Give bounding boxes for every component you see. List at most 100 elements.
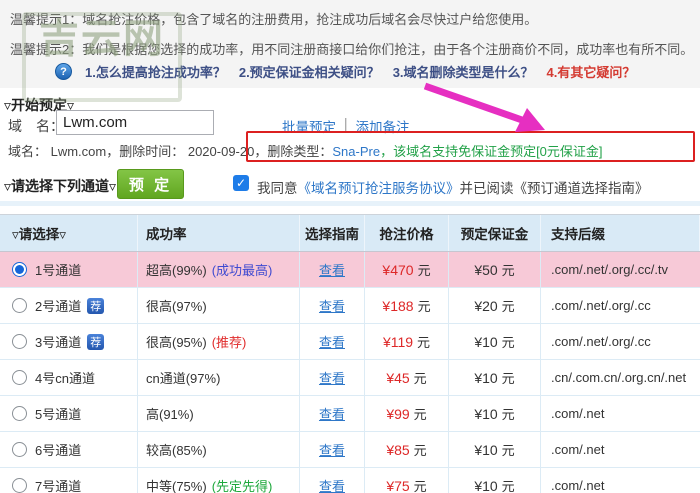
channel-radio[interactable] <box>12 262 27 277</box>
suffixes: .com/.net/.org/.cc <box>551 334 651 349</box>
select-cell: 6号通道 <box>0 432 138 467</box>
success-rate: 较高(85%) <box>146 443 207 458</box>
faq-link-deposit[interactable]: 2.预定保证金相关疑问？ <box>239 62 380 81</box>
delete-type-label: 删除类型： <box>267 144 333 159</box>
price-cell: ¥85 元 <box>365 432 449 467</box>
price-cell: ¥188 元 <box>365 288 449 323</box>
select-cell: 7号通道 <box>0 468 138 493</box>
channel-guide-link: 《预订通道选择指南》 <box>513 181 649 196</box>
notice-line-2: 温馨提示2：我们是根据您选择的成功率，用不同注册商接口给你们抢注，由于各个注册商… <box>10 42 694 57</box>
deposit-unit: 元 <box>501 407 515 422</box>
channel-label: 3号通道 <box>35 335 82 350</box>
table-row-channel-1: 1号通道 超高(99%) (成功最高) 查看 ¥470 元 ¥50 元 .com… <box>0 252 700 288</box>
view-guide-link[interactable]: 查看 <box>319 476 345 493</box>
channel-label: 1号通道 <box>35 263 82 278</box>
channel-table: ▿请选择▿ 成功率 选择指南 抢注价格 预定保证金 支持后缀 1号通道 超高(9… <box>0 214 700 493</box>
deposit-value: ¥10 <box>474 477 498 493</box>
channel-label: 4号cn通道 <box>35 371 95 386</box>
rate-cell: 中等(75%) (先定先得) <box>138 468 300 493</box>
agree-middle: 并已阅读 <box>459 181 514 196</box>
header-deposit: 预定保证金 <box>449 215 541 251</box>
rate-cell: 较高(85%) <box>138 432 300 467</box>
channel-label: 5号通道 <box>35 407 82 422</box>
price-value: ¥188 <box>382 297 414 314</box>
select-cell: 4号cn通道 <box>0 360 138 395</box>
table-row-channel-6: 6号通道 较高(85%) 查看 ¥85 元 ¥10 元 .com/.net <box>0 432 700 468</box>
agree-checkbox[interactable]: ✓ <box>233 175 249 191</box>
view-guide-link[interactable]: 查看 <box>319 332 345 351</box>
faq-link-delete-type[interactable]: 3.域名删除类型是什么？ <box>393 62 534 81</box>
select-cell: 3号通道 荐 <box>0 324 138 359</box>
success-rate: 很高(95%) <box>146 335 207 350</box>
deposit-cell: ¥10 元 <box>449 396 541 431</box>
deposit-value: ¥10 <box>474 369 498 386</box>
add-note-link[interactable]: 添加备注 <box>356 116 410 136</box>
view-guide-link[interactable]: 查看 <box>319 440 345 459</box>
deposit-unit: 元 <box>501 443 515 458</box>
free-deposit-note: ，该域名支持免保证金预定[0元保证金] <box>380 144 603 159</box>
deposit-value: ¥10 <box>474 405 498 422</box>
price-value: ¥75 <box>386 477 410 493</box>
channel-radio[interactable] <box>12 406 27 421</box>
rate-cell: 高(91%) <box>138 396 300 431</box>
view-guide-link[interactable]: 查看 <box>319 404 345 423</box>
table-header-row: ▿请选择▿ 成功率 选择指南 抢注价格 预定保证金 支持后缀 <box>0 214 700 252</box>
table-row-channel-7: 7号通道 中等(75%) (先定先得) 查看 ¥75 元 ¥10 元 .com/… <box>0 468 700 493</box>
price-value: ¥99 <box>386 405 410 422</box>
channel-radio[interactable] <box>12 370 27 385</box>
section-divider <box>0 201 700 206</box>
price-cell: ¥45 元 <box>365 360 449 395</box>
price-cell: ¥99 元 <box>365 396 449 431</box>
faq-link-success-rate[interactable]: 1.怎么提高抢注成功率？ <box>85 62 226 81</box>
price-unit: 元 <box>417 335 431 350</box>
price-cell: ¥75 元 <box>365 468 449 493</box>
notice-line-1: 温馨提示1：域名抢注价格，包含了域名的注册费用，抢注成功后域名会尽快过户给您使用… <box>10 12 538 27</box>
header-select: ▿请选择▿ <box>0 215 138 251</box>
header-guide: 选择指南 <box>300 215 365 251</box>
price-unit: 元 <box>417 263 431 278</box>
guide-cell: 查看 <box>300 252 365 287</box>
guide-cell: 查看 <box>300 288 365 323</box>
agreement-line: 我同意《域名预订抢注服务协议》并已阅读《预订通道选择指南》 <box>257 177 649 197</box>
faq-link-other[interactable]: 4.有其它疑问？ <box>547 62 636 81</box>
help-icon: ? <box>55 63 72 80</box>
deposit-value: ¥10 <box>474 333 498 350</box>
channel-radio[interactable] <box>12 298 27 313</box>
guide-cell: 查看 <box>300 360 365 395</box>
success-rate: cn通道(97%) <box>146 371 221 386</box>
view-guide-link[interactable]: 查看 <box>319 296 345 315</box>
domain-input[interactable] <box>56 110 214 135</box>
recommend-badge: 荐 <box>87 297 105 314</box>
table-row-channel-2: 2号通道 荐 很高(97%) 查看 ¥188 元 ¥20 元 .com/.net… <box>0 288 700 324</box>
channel-radio[interactable] <box>12 334 27 349</box>
price-unit: 元 <box>413 407 427 422</box>
reserve-button[interactable]: 预 定 <box>117 169 184 199</box>
rate-note: (先定先得) <box>211 479 273 493</box>
price-unit: 元 <box>413 479 427 493</box>
success-rate: 很高(97%) <box>146 299 207 314</box>
suffix-cell: .com/.net <box>541 396 700 431</box>
deposit-value: ¥20 <box>474 297 498 314</box>
channel-radio[interactable] <box>12 442 27 457</box>
price-value: ¥45 <box>386 369 410 386</box>
success-rate: 中等(75%) <box>146 479 207 493</box>
price-unit: 元 <box>417 299 431 314</box>
suffix-cell: .com/.net/.org/.cc/.tv <box>541 252 700 287</box>
select-cell: 1号通道 <box>0 252 138 287</box>
deposit-value: ¥10 <box>474 441 498 458</box>
guide-cell: 查看 <box>300 396 365 431</box>
domain-backorder-page: 温馨提示1：域名抢注价格，包含了域名的注册费用，抢注成功后域名会尽快过户给您使用… <box>0 0 700 493</box>
view-guide-link[interactable]: 查看 <box>319 368 345 387</box>
price-value: ¥85 <box>386 441 410 458</box>
service-agreement-link[interactable]: 《域名预订抢注服务协议》 <box>298 181 460 196</box>
suffixes: .com/.net/.org/.cc/.tv <box>551 262 669 277</box>
batch-booking-link[interactable]: 批量预定 <box>282 116 336 136</box>
price-cell: ¥470 元 <box>365 252 449 287</box>
channel-label: 6号通道 <box>35 443 82 458</box>
agree-prefix: 我同意 <box>257 181 298 196</box>
view-guide-link[interactable]: 查看 <box>319 260 345 279</box>
table-row-channel-4: 4号cn通道 cn通道(97%) 查看 ¥45 元 ¥10 元 .cn/.com… <box>0 360 700 396</box>
deposit-cell: ¥10 元 <box>449 324 541 359</box>
deposit-value: ¥50 <box>474 261 498 278</box>
channel-radio[interactable] <box>12 478 27 493</box>
